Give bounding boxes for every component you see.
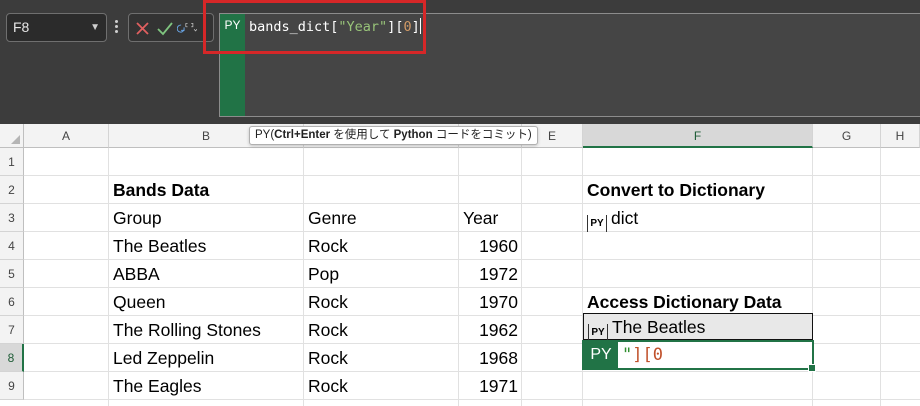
tooltip-text: を使用して: [330, 129, 394, 141]
cell-f7[interactable]: PY The Beatles: [583, 313, 813, 341]
row-header-2[interactable]: 2: [0, 176, 24, 204]
cell-c8[interactable]: Rock: [304, 344, 459, 372]
code-string: "Year": [338, 19, 388, 35]
cell-d9[interactable]: 1971: [459, 372, 522, 400]
cell-f6[interactable]: Access Dictionary Data: [583, 288, 813, 316]
more-options-icon[interactable]: [112, 18, 120, 36]
row-header-1[interactable]: 1: [0, 148, 24, 176]
cell-b9[interactable]: The Eagles: [109, 372, 304, 400]
tooltip-rest: コードをコミット): [432, 129, 532, 141]
fill-handle[interactable]: [808, 364, 816, 372]
cell-f8-editing[interactable]: PY "][0: [582, 340, 816, 372]
cell-f2[interactable]: Convert to Dictionary: [583, 176, 813, 204]
commit-tooltip: PY(Ctrl+Enter を使用して Python コードをコミット): [249, 126, 538, 145]
formula-buttons: [128, 13, 214, 42]
cell-d3[interactable]: Year: [459, 204, 522, 232]
python-mode-badge: PY: [220, 14, 245, 116]
edit-brackets: ][: [632, 345, 653, 365]
code-prefix: bands_dict[: [249, 19, 339, 35]
row-header-5[interactable]: 5: [0, 260, 24, 288]
enter-check-icon[interactable]: [155, 17, 175, 39]
select-all-button[interactable]: [0, 124, 24, 148]
tooltip-keys: Ctrl+Enter: [274, 129, 331, 141]
edit-number: 0: [652, 345, 663, 365]
tooltip-python: Python: [393, 129, 433, 141]
cell-c6[interactable]: Rock: [304, 288, 459, 316]
row-header-7[interactable]: 7: [0, 316, 24, 344]
cell-c5[interactable]: Pop: [304, 260, 459, 288]
code-number: 0: [403, 19, 412, 35]
dict-value: dict: [611, 208, 639, 228]
column-header-f[interactable]: F: [583, 124, 813, 148]
row-header-6[interactable]: 6: [0, 288, 24, 316]
gridline: [880, 148, 881, 406]
formula-editor[interactable]: PY bands_dict["Year"][0]: [219, 13, 920, 117]
cell-d5[interactable]: 1972: [459, 260, 522, 288]
chevron-down-icon[interactable]: ▼: [90, 14, 100, 41]
cell-f3[interactable]: PY dict: [583, 204, 813, 232]
cell-d8[interactable]: 1968: [459, 344, 522, 372]
cell-b4[interactable]: The Beatles: [109, 232, 304, 260]
row-header-3[interactable]: 3: [0, 204, 24, 232]
output-type-icon[interactable]: [177, 17, 197, 39]
code-suffix: ]: [411, 19, 420, 35]
cell-c7[interactable]: Rock: [304, 316, 459, 344]
cell-f8-code[interactable]: "][0: [622, 342, 663, 368]
column-header-g[interactable]: G: [813, 124, 881, 148]
row-header-9[interactable]: 9: [0, 372, 24, 400]
cell-b8[interactable]: Led Zeppelin: [109, 344, 304, 372]
cell-b7[interactable]: The Rolling Stones: [109, 316, 304, 344]
cell-c3[interactable]: Genre: [304, 204, 459, 232]
cell-b3[interactable]: Group: [109, 204, 304, 232]
cell-d4[interactable]: 1960: [459, 232, 522, 260]
formula-bar-area: F8 ▼ PY bands_dict["Year"][0]: [0, 0, 920, 124]
cell-c9[interactable]: Rock: [304, 372, 459, 400]
python-object-icon: PY: [588, 324, 608, 341]
text-caret: [419, 18, 421, 34]
cell-d6[interactable]: 1970: [459, 288, 522, 316]
formula-code[interactable]: bands_dict["Year"][0]: [249, 18, 421, 35]
python-mode-badge: PY: [584, 342, 618, 368]
cell-b6[interactable]: Queen: [109, 288, 304, 316]
python-object-icon: PY: [587, 215, 607, 232]
access-value: The Beatles: [612, 317, 706, 337]
name-box[interactable]: F8 ▼: [6, 13, 107, 42]
cell-b5[interactable]: ABBA: [109, 260, 304, 288]
row-header-8[interactable]: 8: [0, 344, 24, 372]
cancel-icon[interactable]: [133, 17, 153, 39]
cell-f7-content: PY The Beatles: [584, 313, 810, 341]
tooltip-prefix: PY(: [255, 129, 275, 141]
column-header-a[interactable]: A: [24, 124, 109, 148]
edit-string: ": [622, 345, 633, 365]
code-mid: ][: [387, 19, 404, 35]
column-header-h[interactable]: H: [881, 124, 920, 148]
cell-d7[interactable]: 1962: [459, 316, 522, 344]
row-header-4[interactable]: 4: [0, 232, 24, 260]
cell-c4[interactable]: Rock: [304, 232, 459, 260]
cell-b2[interactable]: Bands Data: [109, 176, 304, 204]
name-box-value: F8: [13, 19, 30, 35]
